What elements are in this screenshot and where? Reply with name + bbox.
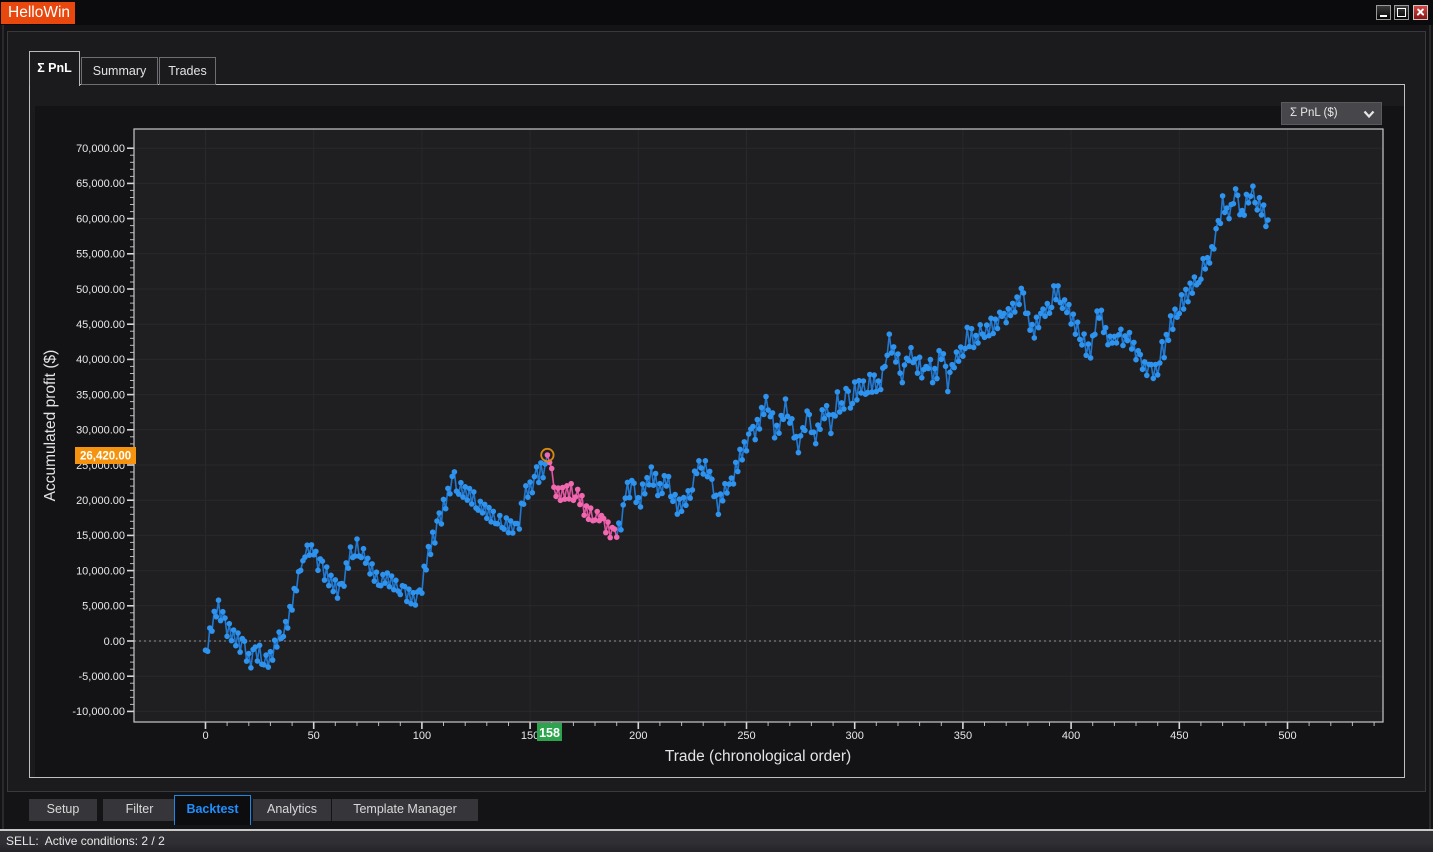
svg-text:Trade (chronological order): Trade (chronological order) — [665, 748, 851, 765]
svg-text:26,420.00: 26,420.00 — [80, 451, 131, 463]
svg-text:65,000.00: 65,000.00 — [76, 178, 125, 190]
svg-text:-10,000.00: -10,000.00 — [72, 706, 125, 718]
svg-text:158: 158 — [539, 726, 560, 740]
svg-text:70,000.00: 70,000.00 — [76, 143, 125, 155]
svg-text:10,000.00: 10,000.00 — [76, 565, 125, 577]
svg-text:40,000.00: 40,000.00 — [76, 354, 125, 366]
svg-text:500: 500 — [1278, 730, 1296, 742]
svg-text:0: 0 — [202, 730, 208, 742]
svg-text:50,000.00: 50,000.00 — [76, 284, 125, 296]
svg-text:50: 50 — [308, 730, 320, 742]
svg-text:250: 250 — [737, 730, 755, 742]
svg-text:55,000.00: 55,000.00 — [76, 249, 125, 261]
svg-text:200: 200 — [629, 730, 647, 742]
svg-text:300: 300 — [846, 730, 864, 742]
svg-text:0.00: 0.00 — [104, 636, 125, 648]
svg-text:60,000.00: 60,000.00 — [76, 213, 125, 225]
svg-text:Accumulated profit ($): Accumulated profit ($) — [42, 350, 59, 502]
svg-text:100: 100 — [413, 730, 431, 742]
svg-text:150: 150 — [521, 730, 539, 742]
svg-text:35,000.00: 35,000.00 — [76, 389, 125, 401]
svg-text:350: 350 — [954, 730, 972, 742]
svg-text:400: 400 — [1062, 730, 1080, 742]
svg-text:5,000.00: 5,000.00 — [82, 601, 125, 613]
svg-text:20,000.00: 20,000.00 — [76, 495, 125, 507]
svg-text:30,000.00: 30,000.00 — [76, 425, 125, 437]
svg-text:15,000.00: 15,000.00 — [76, 530, 125, 542]
svg-text:45,000.00: 45,000.00 — [76, 319, 125, 331]
svg-text:-5,000.00: -5,000.00 — [79, 671, 125, 683]
svg-text:450: 450 — [1170, 730, 1188, 742]
